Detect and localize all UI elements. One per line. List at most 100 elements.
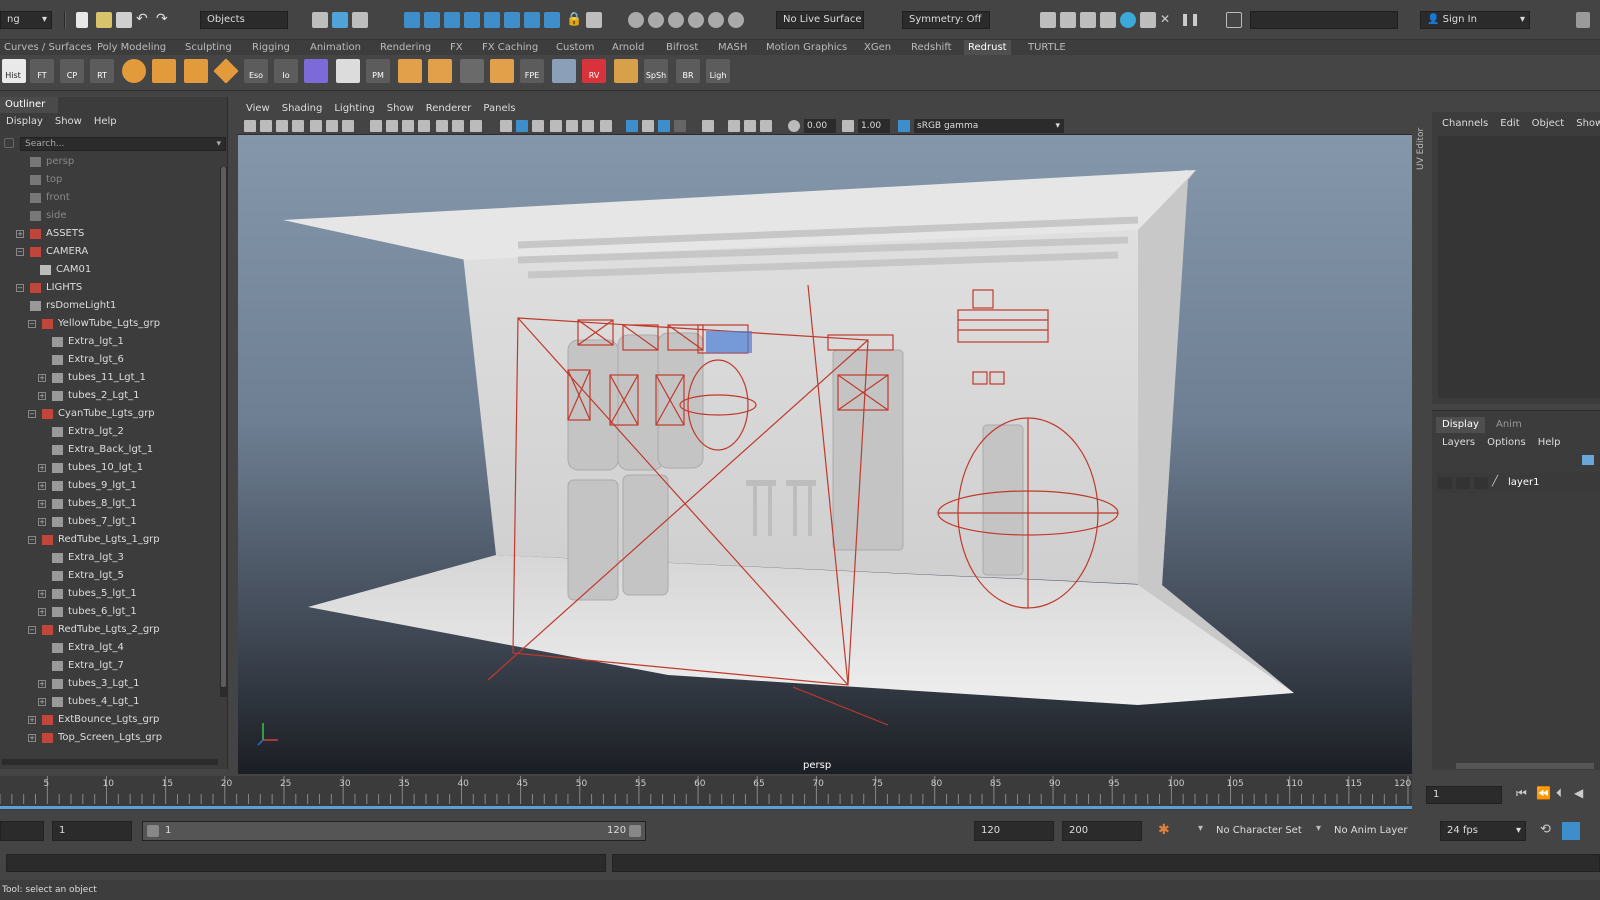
color-management-icon[interactable] xyxy=(898,120,910,132)
select-hierarchy-icon[interactable] xyxy=(312,12,328,28)
shelf-tab-sculpting[interactable]: Sculpting xyxy=(181,40,236,55)
scrollbar-thumb[interactable] xyxy=(221,167,226,687)
playback-end-field[interactable]: 120 xyxy=(974,821,1054,841)
anim-prefs-icon[interactable] xyxy=(1562,822,1580,840)
shelf-tab-fx-caching[interactable]: FX Caching xyxy=(478,40,542,55)
list-item[interactable]: + tubes_10_lgt_1 xyxy=(38,459,143,477)
spsh-shelf-icon[interactable]: SpSh xyxy=(644,59,668,83)
ambient-occlusion-icon[interactable] xyxy=(600,120,612,132)
extrude-shelf-icon[interactable] xyxy=(398,59,422,83)
list-item[interactable]: + tubes_7_lgt_1 xyxy=(38,513,137,531)
pause-icon[interactable]: ❚❚ xyxy=(1180,12,1200,28)
snap-grid-icon[interactable] xyxy=(404,12,420,28)
depth-of-field-icon[interactable] xyxy=(760,120,772,132)
menuset-dropdown[interactable]: ng ▾ xyxy=(0,11,52,29)
list-item[interactable]: + tubes_5_lgt_1 xyxy=(38,585,137,603)
render-sequence-icon[interactable] xyxy=(1040,12,1056,28)
sphere-shelf-icon[interactable] xyxy=(122,59,146,83)
list-item[interactable]: CAM01 xyxy=(40,261,91,279)
list-item[interactable]: Extra_lgt_6 xyxy=(52,351,124,369)
anim-layer-dropdown[interactable]: No Anim Layer xyxy=(1334,825,1408,836)
default-material-icon[interactable] xyxy=(532,120,544,132)
filter-icon[interactable] xyxy=(4,138,14,148)
isolate-select-icon[interactable] xyxy=(626,120,638,132)
distribute-shelf-icon[interactable] xyxy=(490,59,514,83)
auto-key-icon[interactable]: ✱ xyxy=(1158,822,1170,838)
loop-icon[interactable]: ⟲ xyxy=(1540,822,1551,837)
xray-icon[interactable] xyxy=(642,120,654,132)
time-slider[interactable]: 5 10 15 20 25 30 35 40 45 50 55 60 65 70 75 80 85 90 95 100… xyxy=(0,776,1412,810)
viewport-menu-shading[interactable]: Shading xyxy=(282,103,323,114)
save-scene-icon[interactable] xyxy=(116,12,132,28)
clapper-shelf-icon[interactable] xyxy=(552,59,576,83)
list-item[interactable]: Extra_Back_lgt_1 xyxy=(52,441,153,459)
redshift-rv-shelf-icon[interactable]: RV xyxy=(582,59,606,83)
smooth-shade-icon[interactable] xyxy=(516,120,528,132)
list-item[interactable]: front xyxy=(30,189,70,207)
range-handle-start[interactable] xyxy=(147,825,159,837)
shelf-tab-poly-modeling[interactable]: Poly Modeling xyxy=(93,40,170,55)
layer-hscrollbar[interactable] xyxy=(1456,763,1594,769)
expand-icon[interactable]: + xyxy=(38,392,46,400)
collapse-icon[interactable]: − xyxy=(28,626,36,634)
current-frame-field[interactable]: 1 xyxy=(1426,786,1502,804)
symmetry-dropdown[interactable]: Symmetry: Off xyxy=(902,11,990,29)
select-object-icon[interactable] xyxy=(332,12,348,28)
expand-icon[interactable]: + xyxy=(38,698,46,706)
snap-point-icon[interactable] xyxy=(444,12,460,28)
sign-in-button[interactable]: 👤 Sign In ▾ xyxy=(1420,11,1530,29)
selection-mode-dropdown[interactable]: Objects xyxy=(200,11,288,29)
list-item[interactable]: top xyxy=(30,171,62,189)
outliner-menu-display[interactable]: Display xyxy=(6,116,43,127)
list-item[interactable]: + tubes_11_Lgt_1 xyxy=(38,369,146,387)
center-pivot-shelf-icon[interactable]: CP xyxy=(60,59,84,83)
step-back-key-icon[interactable]: ⏴ xyxy=(1556,786,1562,801)
shelf-tab-motion-graphics[interactable]: Motion Graphics xyxy=(762,40,851,55)
new-layer-icon[interactable] xyxy=(1582,455,1594,465)
ipr-icon[interactable] xyxy=(1120,12,1136,28)
render-frame-icon[interactable] xyxy=(648,12,664,28)
checker-shelf-icon[interactable] xyxy=(336,59,360,83)
list-item[interactable]: Extra_lgt_7 xyxy=(52,657,124,675)
eso-shelf-icon[interactable]: Eso xyxy=(244,59,268,83)
undo-icon[interactable]: ↶ xyxy=(136,12,152,28)
grid-shelf-icon[interactable] xyxy=(460,59,484,83)
image-plane-icon[interactable] xyxy=(292,120,304,132)
outliner-menu-help[interactable]: Help xyxy=(94,116,117,127)
go-to-start-icon[interactable]: ⏮ xyxy=(1516,786,1527,801)
collapse-icon[interactable]: − xyxy=(28,320,36,328)
bookmark-icon[interactable] xyxy=(276,120,288,132)
snap-surface-icon[interactable] xyxy=(484,12,500,28)
open-scene-icon[interactable] xyxy=(96,12,112,28)
visibility-toggle[interactable] xyxy=(1438,477,1452,489)
light-shelf-icon[interactable]: Ligh xyxy=(706,59,730,83)
panel-layout-icon[interactable] xyxy=(1226,12,1242,28)
diamond-shelf-icon[interactable] xyxy=(213,58,239,84)
layer-menu-help[interactable]: Help xyxy=(1538,437,1561,448)
shelf-tab-turtle[interactable]: TURTLE xyxy=(1024,40,1070,55)
tab-display[interactable]: Display xyxy=(1436,417,1485,433)
expand-icon[interactable]: + xyxy=(38,608,46,616)
xray-joints-icon[interactable] xyxy=(658,120,670,132)
command-search-field[interactable] xyxy=(1250,11,1398,29)
list-item[interactable]: Extra_lgt_1 xyxy=(52,333,124,351)
shelf-tab-bifrost[interactable]: Bifrost xyxy=(662,40,702,55)
step-back-icon[interactable]: ⏪ xyxy=(1536,786,1551,800)
time-playbar[interactable] xyxy=(0,806,1412,809)
br-shelf-icon[interactable]: BR xyxy=(676,59,700,83)
wireframe-icon[interactable] xyxy=(500,120,512,132)
cube-shelf-icon[interactable] xyxy=(152,59,176,83)
safe-action-icon[interactable] xyxy=(436,120,448,132)
outliner-title[interactable]: Outliner xyxy=(0,97,58,113)
outliner-menu-show[interactable]: Show xyxy=(55,116,82,127)
wireframe-cube-shelf-icon[interactable] xyxy=(304,59,328,83)
expand-icon[interactable]: + xyxy=(28,716,36,724)
list-item[interactable]: + tubes_3_Lgt_1 xyxy=(38,675,140,693)
xray-active-icon[interactable] xyxy=(674,120,686,132)
shelf-tab-custom[interactable]: Custom xyxy=(552,40,598,55)
list-item[interactable]: Extra_lgt_5 xyxy=(52,567,124,585)
list-item[interactable]: side xyxy=(30,207,67,225)
io-shelf-icon[interactable]: Io xyxy=(274,59,298,83)
render-view-icon[interactable] xyxy=(628,12,644,28)
list-item[interactable]: + Top_Screen_Lgts_grp xyxy=(28,729,162,747)
